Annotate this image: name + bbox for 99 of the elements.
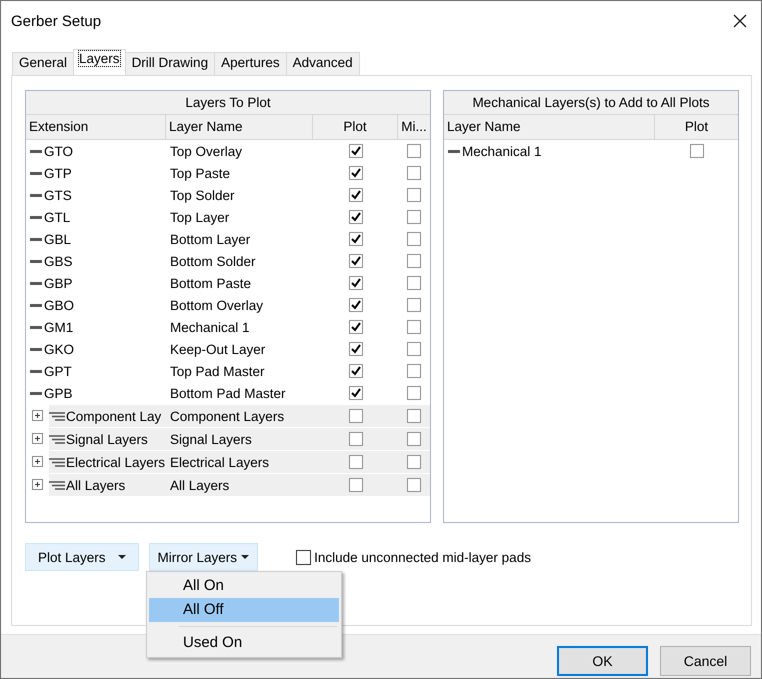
close-icon[interactable]: [733, 14, 747, 28]
table-cell: All Layers: [66, 478, 126, 492]
column-header[interactable]: Plot: [655, 115, 738, 139]
checkbox[interactable]: [348, 166, 362, 180]
checkbox[interactable]: [348, 320, 362, 334]
layer-stack-icon: [49, 434, 65, 444]
table-title: Layers To Plot: [26, 90, 430, 115]
layer-stack-icon: [49, 412, 65, 420]
checkbox[interactable]: [407, 386, 421, 400]
table-cell: Top Overlay: [170, 144, 242, 158]
checkbox[interactable]: [348, 254, 362, 268]
menu-item[interactable]: All Off: [149, 598, 339, 622]
table-cell: GBL: [44, 232, 72, 246]
table-cell: GM1: [44, 320, 74, 334]
table-cell: GBS: [44, 254, 73, 268]
expand-icon[interactable]: [32, 410, 43, 421]
checkbox[interactable]: [407, 432, 421, 446]
table-cell: Bottom Layer: [170, 232, 250, 246]
checkbox[interactable]: [407, 478, 421, 492]
menu-item[interactable]: Used On: [149, 631, 339, 655]
checkbox[interactable]: [348, 455, 362, 469]
table-cell: GKO: [44, 342, 74, 356]
window-title: Gerber Setup: [11, 12, 102, 30]
table-cell: GTP: [44, 166, 72, 180]
checkbox[interactable]: [348, 386, 362, 400]
table-cell: GBP: [44, 276, 73, 290]
table-cell: Top Solder: [170, 188, 235, 202]
table-cell: GTS: [44, 188, 72, 202]
tab[interactable]: Drill Drawing: [124, 52, 216, 75]
table-cell: Electrical Layers: [170, 454, 270, 470]
table-cell: Mechanical 1: [462, 144, 542, 158]
checkbox[interactable]: [348, 232, 362, 246]
mirror-layers-button[interactable]: Mirror Layers: [148, 543, 258, 571]
checkbox[interactable]: [407, 320, 421, 334]
tab[interactable]: Apertures: [214, 52, 287, 75]
checkbox[interactable]: [348, 298, 362, 312]
caret-icon: [118, 555, 126, 559]
layer-stack-icon: [49, 480, 65, 490]
column-header[interactable]: Mi...: [398, 115, 430, 139]
expand-icon[interactable]: [32, 479, 43, 490]
table-cell: Bottom Solder: [170, 254, 256, 268]
column-header[interactable]: Layer Name: [444, 115, 655, 139]
checkbox[interactable]: [407, 276, 421, 290]
tab[interactable]: Advanced: [286, 52, 360, 75]
layer-stack-icon: [49, 458, 65, 466]
checkbox[interactable]: [407, 188, 421, 202]
table-cell: Component Layers: [170, 408, 284, 424]
plot-layers-button[interactable]: Plot Layers: [25, 543, 139, 571]
table-cell: GPB: [44, 386, 73, 400]
checkbox[interactable]: [348, 432, 362, 446]
checkbox[interactable]: [407, 254, 421, 268]
checkbox[interactable]: [407, 409, 421, 423]
caret-icon: [241, 555, 250, 559]
table-cell: GBO: [44, 298, 74, 312]
table-cell: Bottom Paste: [170, 276, 252, 290]
checkbox-label[interactable]: Include unconnected mid-layer pads: [314, 550, 531, 564]
ok-button[interactable]: OK: [557, 646, 648, 676]
tab[interactable]: General: [12, 52, 74, 75]
table-cell: All Layers: [170, 478, 230, 492]
table-cell: Keep-Out Layer: [170, 342, 266, 356]
checkbox[interactable]: [407, 232, 421, 246]
table-cell: Bottom Overlay: [170, 298, 264, 312]
table-cell: GTL: [44, 210, 70, 224]
column-header[interactable]: Plot: [313, 115, 398, 139]
table-cell: GPT: [44, 364, 72, 378]
checkbox[interactable]: [348, 409, 362, 423]
checkbox[interactable]: [407, 364, 421, 378]
checkbox[interactable]: [348, 144, 362, 158]
cancel-button[interactable]: Cancel: [660, 646, 751, 676]
checkbox[interactable]: [296, 550, 312, 564]
checkbox[interactable]: [690, 144, 704, 158]
table-cell: Signal Layers: [170, 432, 252, 446]
checkbox[interactable]: [348, 342, 362, 356]
checkbox[interactable]: [407, 210, 421, 224]
column-header[interactable]: Layer Name: [166, 115, 313, 139]
table-cell: Top Layer: [170, 210, 230, 224]
checkbox[interactable]: [348, 276, 362, 290]
checkbox[interactable]: [348, 210, 362, 224]
checkbox[interactable]: [407, 144, 421, 158]
table-cell: Top Pad Master: [170, 364, 265, 378]
expand-icon[interactable]: [32, 433, 43, 444]
checkbox[interactable]: [407, 166, 421, 180]
column-header[interactable]: Extension: [26, 115, 166, 139]
checkbox[interactable]: [407, 342, 421, 356]
table-cell: Electrical Layers: [66, 454, 166, 470]
table-cell: Mechanical 1: [170, 320, 250, 334]
checkbox[interactable]: [348, 188, 362, 202]
table-cell: Top Paste: [170, 166, 230, 180]
expand-icon[interactable]: [32, 456, 43, 467]
table-cell: Signal Layers: [66, 432, 148, 446]
table-cell: Bottom Pad Master: [170, 386, 286, 400]
table-cell: GTO: [44, 144, 74, 158]
checkbox[interactable]: [348, 478, 362, 492]
checkbox[interactable]: [407, 455, 421, 469]
checkbox[interactable]: [348, 364, 362, 378]
menu-item[interactable]: All On: [149, 574, 339, 598]
checkbox[interactable]: [407, 298, 421, 312]
table-title: Mechanical Layers(s) to Add to All Plots: [444, 90, 738, 115]
table-cell: Component Lay: [66, 408, 162, 424]
